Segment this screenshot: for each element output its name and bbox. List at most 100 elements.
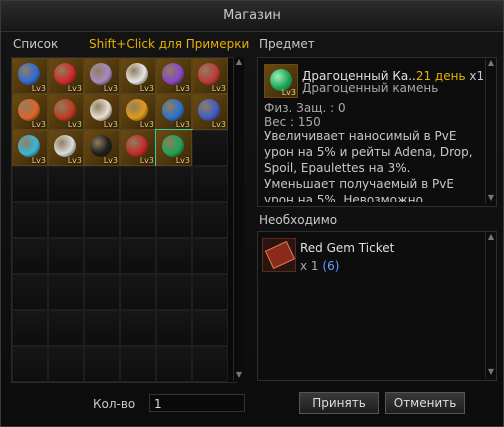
- ticket-name: Red Gem Ticket: [300, 241, 395, 255]
- empty-slot: [84, 202, 120, 238]
- detail-scroll-up-icon[interactable]: ▲: [486, 58, 496, 67]
- gem-icon: [18, 135, 40, 157]
- grid-scrollbar[interactable]: ▲ ▼: [233, 57, 244, 381]
- item-level-label: Lv3: [67, 120, 82, 129]
- accept-button[interactable]: Принять: [299, 392, 379, 414]
- item-level-label: Lv3: [211, 84, 226, 93]
- grid-item-slot[interactable]: Lv3: [156, 58, 192, 94]
- empty-slot: [120, 274, 156, 310]
- grid-item-slot[interactable]: Lv3: [48, 130, 84, 166]
- empty-slot: [12, 274, 48, 310]
- scroll-down-icon[interactable]: ▼: [234, 370, 244, 379]
- gem-icon: [198, 63, 220, 85]
- empty-slot: [156, 202, 192, 238]
- empty-slot: [12, 346, 48, 382]
- empty-slot: [192, 166, 228, 202]
- item-icon: Lv3: [264, 64, 298, 98]
- item-header: Предмет: [259, 37, 315, 51]
- req-scroll-up-icon[interactable]: ▲: [486, 232, 496, 241]
- scroll-up-icon[interactable]: ▲: [234, 57, 244, 66]
- empty-slot: [156, 166, 192, 202]
- shop-window: Магазин Список Shift+Click для Примерки …: [0, 0, 504, 427]
- gem-icon: [126, 99, 148, 121]
- grid-item-slot[interactable]: Lv3: [192, 94, 228, 130]
- grid-item-slot[interactable]: Lv3: [84, 94, 120, 130]
- empty-slot: [48, 202, 84, 238]
- gem-icon: [18, 63, 40, 85]
- grid-item-slot[interactable]: Lv3: [12, 94, 48, 130]
- item-level-label: Lv3: [139, 84, 154, 93]
- empty-slot: [12, 310, 48, 346]
- window-title: Магазин: [1, 1, 503, 32]
- item-level-label: Lv3: [103, 84, 118, 93]
- item-level-label: Lv3: [67, 156, 82, 165]
- ticket-qty: x 1 (6): [300, 259, 340, 273]
- empty-slot: [192, 274, 228, 310]
- empty-slot: [192, 346, 228, 382]
- gem-icon: [162, 135, 184, 157]
- grid-item-slot[interactable]: Lv3: [120, 94, 156, 130]
- gem-icon: [54, 135, 76, 157]
- grid-item-slot[interactable]: Lv3: [155, 129, 193, 167]
- item-level-label: Lv3: [139, 156, 154, 165]
- list-header: Список: [13, 37, 59, 51]
- empty-slot: [120, 310, 156, 346]
- gem-icon: [126, 135, 148, 157]
- item-level-label: Lv3: [67, 84, 82, 93]
- empty-slot: [48, 166, 84, 202]
- detail-scroll-down-icon[interactable]: ▼: [486, 193, 496, 202]
- grid-item-slot[interactable]: Lv3: [12, 58, 48, 94]
- item-level-label: Lv3: [31, 156, 46, 165]
- empty-slot: [192, 130, 228, 166]
- detail-scrollbar[interactable]: ▲ ▼: [485, 58, 496, 204]
- empty-slot: [156, 346, 192, 382]
- empty-slot: [120, 346, 156, 382]
- empty-slot: [48, 274, 84, 310]
- item-description: Увеличивает наносимый в PvE урон на 5% и…: [264, 129, 473, 202]
- req-scroll-down-icon[interactable]: ▼: [486, 367, 496, 376]
- empty-slot: [192, 202, 228, 238]
- empty-slot: [120, 202, 156, 238]
- required-header: Необходимо: [259, 213, 338, 227]
- item-level-label: Lv3: [175, 156, 190, 165]
- empty-slot: [120, 238, 156, 274]
- empty-slot: [156, 238, 192, 274]
- gem-icon: [90, 99, 112, 121]
- grid-item-slot[interactable]: Lv3: [12, 130, 48, 166]
- empty-slot: [84, 310, 120, 346]
- item-level-label: Lv3: [175, 84, 190, 93]
- ticket-icon: [262, 238, 296, 272]
- grid-item-slot[interactable]: Lv3: [84, 58, 120, 94]
- empty-slot: [156, 310, 192, 346]
- empty-slot: [192, 310, 228, 346]
- quantity-input[interactable]: 1: [149, 394, 245, 412]
- empty-slot: [84, 274, 120, 310]
- empty-slot: [156, 274, 192, 310]
- empty-slot: [48, 346, 84, 382]
- empty-slot: [84, 238, 120, 274]
- cancel-button[interactable]: Отменить: [385, 392, 465, 414]
- item-level-label: Lv3: [175, 120, 190, 129]
- grid-item-slot[interactable]: Lv3: [192, 58, 228, 94]
- requirement-scrollbar[interactable]: ▲ ▼: [485, 232, 496, 378]
- grid-item-slot[interactable]: Lv3: [120, 58, 156, 94]
- item-level-label: Lv3: [139, 120, 154, 129]
- empty-slot: [120, 166, 156, 202]
- item-level-label: Lv3: [31, 120, 46, 129]
- grid-item-slot[interactable]: Lv3: [156, 94, 192, 130]
- grid-item-slot[interactable]: Lv3: [48, 94, 84, 130]
- empty-slot: [48, 238, 84, 274]
- gem-icon: [90, 63, 112, 85]
- empty-slot: [12, 238, 48, 274]
- grid-item-slot[interactable]: Lv3: [48, 58, 84, 94]
- gem-icon: [198, 99, 220, 121]
- grid-item-slot[interactable]: Lv3: [84, 130, 120, 166]
- gem-icon: [90, 135, 112, 157]
- requirement-panel: Red Gem Ticket x 1 (6) ▲ ▼: [257, 231, 497, 381]
- item-level-label: Lv3: [31, 84, 46, 93]
- grid-item-slot[interactable]: Lv3: [120, 130, 156, 166]
- item-count: x1: [469, 69, 485, 83]
- empty-slot: [192, 238, 228, 274]
- gem-icon: [162, 99, 184, 121]
- empty-slot: [12, 166, 48, 202]
